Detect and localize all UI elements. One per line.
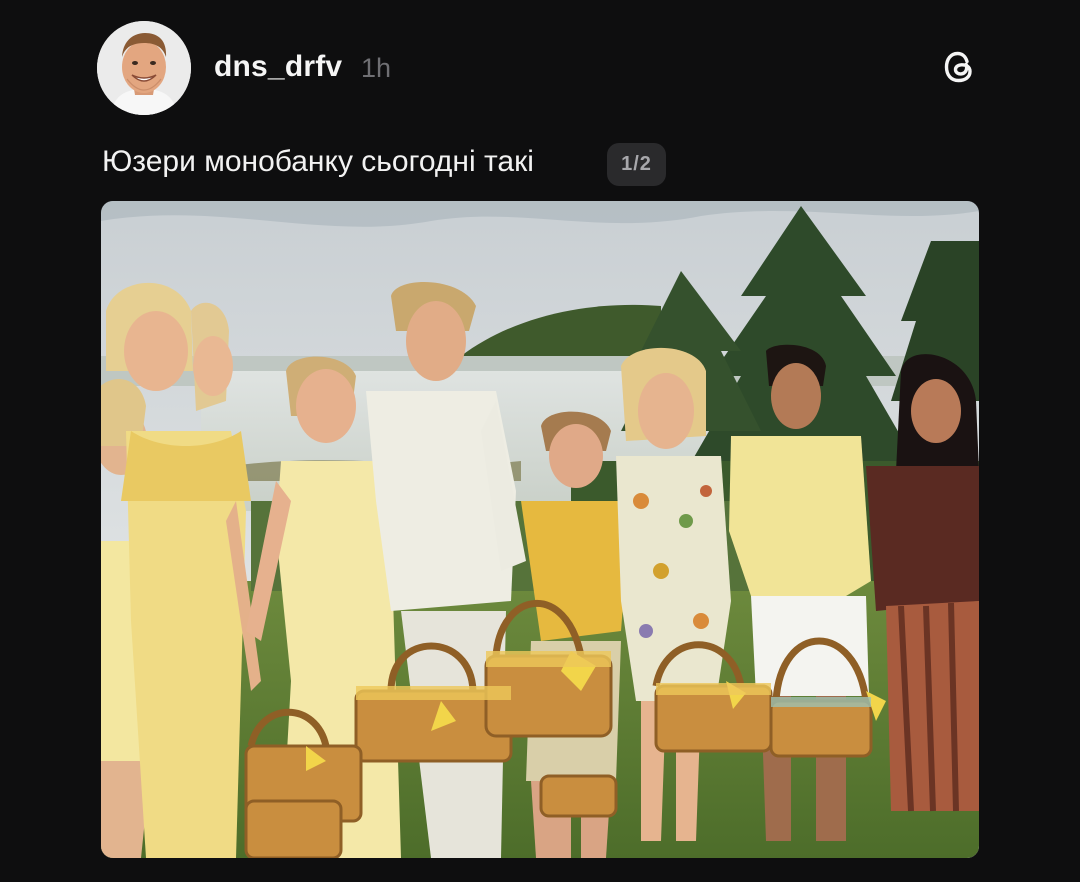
photo-picnic-scene [101,201,979,858]
avatar-portrait [97,21,191,115]
post-caption: Юзери монобанку сьогодні такі [102,145,534,178]
post-photo[interactable] [101,201,979,858]
author-username[interactable]: dns_drfv [214,50,342,84]
media-pager: 1/2 [607,143,666,186]
author-avatar[interactable] [97,21,191,115]
threads-icon[interactable] [938,45,982,89]
post-time: 1h [361,53,392,83]
